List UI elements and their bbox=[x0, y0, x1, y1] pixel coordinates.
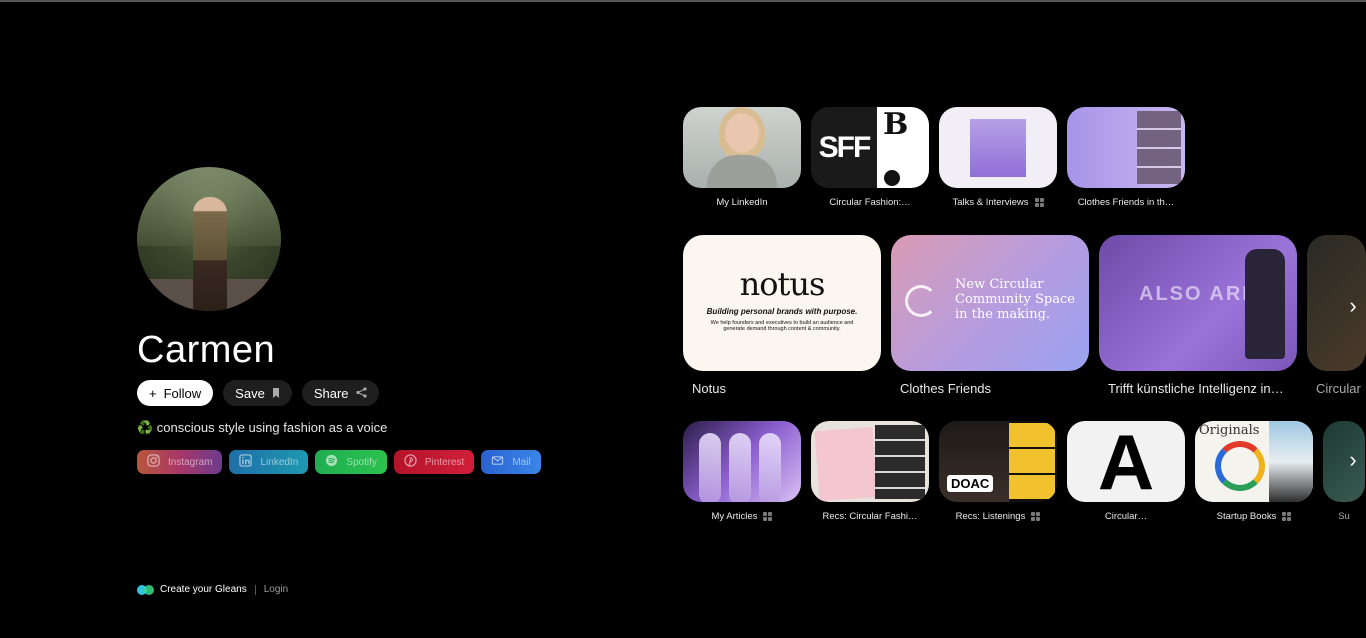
social-link-pinterest[interactable]: Pinterest bbox=[393, 450, 475, 474]
collection-card[interactable]: notus Building personal brands with purp… bbox=[683, 235, 881, 396]
avatar bbox=[137, 167, 281, 311]
card-label: Startup Books bbox=[1216, 511, 1277, 522]
thumb-text: New Circular Community Space in the maki… bbox=[955, 277, 1075, 322]
collection-card[interactable]: My Articles bbox=[683, 421, 801, 522]
card-label: My Articles bbox=[711, 511, 758, 522]
collection-card[interactable]: Su bbox=[1323, 421, 1365, 522]
mail-icon bbox=[491, 454, 504, 470]
row-3-next-arrow-icon[interactable]: › bbox=[1346, 447, 1360, 472]
card-label: Circular bbox=[1316, 381, 1361, 396]
card-label: My LinkedIn bbox=[716, 197, 768, 208]
share-icon bbox=[355, 386, 367, 400]
thumb-subtitle: Building personal brands with purpose. bbox=[706, 307, 858, 316]
share-button[interactable]: Share bbox=[301, 380, 379, 406]
create-gleans-link[interactable]: Create your Gleans bbox=[160, 584, 247, 595]
spotify-icon bbox=[325, 454, 338, 470]
save-label: Save bbox=[235, 385, 265, 401]
collection-card[interactable]: DOAC Recs: Listenings bbox=[939, 421, 1057, 522]
thumb-text: A bbox=[1097, 421, 1155, 502]
instagram-label: Instagram bbox=[168, 456, 213, 468]
card-label: Clothes Friends bbox=[900, 381, 992, 396]
card-thumbnail: A bbox=[1067, 421, 1185, 502]
spotify-label: Spotify bbox=[346, 456, 377, 468]
card-label: Circular Fashion:… bbox=[829, 197, 911, 208]
card-thumbnail: ALSO ARIT bbox=[1099, 235, 1297, 371]
card-thumbnail bbox=[683, 421, 801, 502]
collection-grid-icon bbox=[1282, 512, 1292, 521]
card-thumbnail bbox=[811, 421, 929, 502]
social-link-instagram[interactable]: Instagram bbox=[137, 450, 223, 474]
profile-actions: + Follow Save Share bbox=[137, 380, 557, 406]
card-thumbnail: SFF B bbox=[811, 107, 929, 188]
thumb-title: notus bbox=[739, 265, 826, 303]
login-link[interactable]: Login bbox=[264, 584, 288, 595]
collection-card[interactable]: Clothes Friends in th… bbox=[1067, 107, 1185, 208]
collection-grid-icon bbox=[1031, 512, 1041, 521]
card-label: Recs: Listenings bbox=[955, 511, 1026, 522]
card-thumbnail bbox=[939, 107, 1057, 188]
linkedin-label: LinkedIn bbox=[260, 456, 299, 468]
profile-panel: Carmen + Follow Save Share ♻️ conscious … bbox=[137, 167, 557, 474]
collection-card[interactable]: Originals Startup Books bbox=[1195, 421, 1313, 522]
share-label: Share bbox=[313, 385, 349, 401]
collection-card[interactable]: New Circular Community Space in the maki… bbox=[891, 235, 1089, 396]
card-label: Circular… bbox=[1104, 511, 1148, 522]
plus-icon: + bbox=[149, 385, 157, 401]
card-thumbnail bbox=[683, 107, 801, 188]
card-thumbnail bbox=[1067, 107, 1185, 188]
card-label: Trifft künstliche Intelligenz in… bbox=[1108, 381, 1284, 396]
collection-row-2: notus Building personal brands with purp… bbox=[683, 235, 1366, 396]
collection-card[interactable]: A Circular… bbox=[1067, 421, 1185, 522]
collection-row-3: My Articles Recs: Circular Fashi… DOAC R… bbox=[683, 421, 1365, 522]
footer: Create your Gleans Login bbox=[137, 584, 288, 595]
collection-grid-icon bbox=[1034, 198, 1044, 207]
card-label: Recs: Circular Fashi… bbox=[822, 511, 918, 522]
collection-grid-icon bbox=[763, 512, 773, 521]
social-link-spotify[interactable]: Spotify bbox=[315, 450, 387, 474]
collection-card[interactable]: My LinkedIn bbox=[683, 107, 801, 208]
row-2-next-arrow-icon[interactable]: › bbox=[1346, 293, 1360, 318]
mail-label: Mail bbox=[512, 456, 531, 468]
follow-button[interactable]: + Follow bbox=[137, 380, 214, 406]
card-label: Notus bbox=[692, 381, 726, 396]
bookmark-icon bbox=[272, 387, 280, 400]
save-button[interactable]: Save bbox=[223, 380, 292, 406]
card-label: Clothes Friends in th… bbox=[1077, 197, 1175, 208]
collection-card[interactable]: SFF B Circular Fashion:… bbox=[811, 107, 929, 208]
card-thumbnail: New Circular Community Space in the maki… bbox=[891, 235, 1089, 371]
thumb-text: SFF bbox=[811, 107, 877, 188]
card-thumbnail: DOAC bbox=[939, 421, 1057, 502]
card-thumbnail: notus Building personal brands with purp… bbox=[683, 235, 881, 371]
card-label: Talks & Interviews bbox=[952, 197, 1029, 208]
thumb-text: DOAC bbox=[947, 475, 994, 492]
card-label: Su bbox=[1338, 511, 1350, 522]
social-link-linkedin[interactable]: LinkedIn bbox=[229, 450, 309, 474]
thumb-text: Originals bbox=[1199, 423, 1260, 438]
collection-card[interactable]: ALSO ARIT Trifft künstliche Intelligenz … bbox=[1099, 235, 1297, 396]
thumb-small-text: We help founders and executives to build… bbox=[710, 320, 854, 332]
linkedin-icon bbox=[239, 454, 253, 470]
pinterest-icon bbox=[404, 454, 417, 470]
profile-name: Carmen bbox=[137, 329, 276, 371]
footer-separator bbox=[254, 584, 256, 595]
pinterest-label: Pinterest bbox=[424, 456, 465, 468]
gleans-logo-icon bbox=[137, 584, 154, 595]
instagram-icon bbox=[147, 454, 160, 470]
top-divider bbox=[0, 0, 1366, 2]
collection-card[interactable]: Talks & Interviews bbox=[939, 107, 1057, 208]
follow-label: Follow bbox=[163, 385, 202, 401]
collection-card[interactable]: Recs: Circular Fashi… bbox=[811, 421, 929, 522]
profile-bio: ♻️ conscious style using fashion as a vo… bbox=[137, 420, 388, 435]
social-links: Instagram LinkedIn Spotify Pinterest Mai… bbox=[137, 450, 557, 474]
collection-row-1: My LinkedIn SFF B Circular Fashion:… Tal… bbox=[683, 107, 1185, 208]
card-thumbnail: Originals bbox=[1195, 421, 1313, 502]
social-link-mail[interactable]: Mail bbox=[481, 450, 541, 474]
